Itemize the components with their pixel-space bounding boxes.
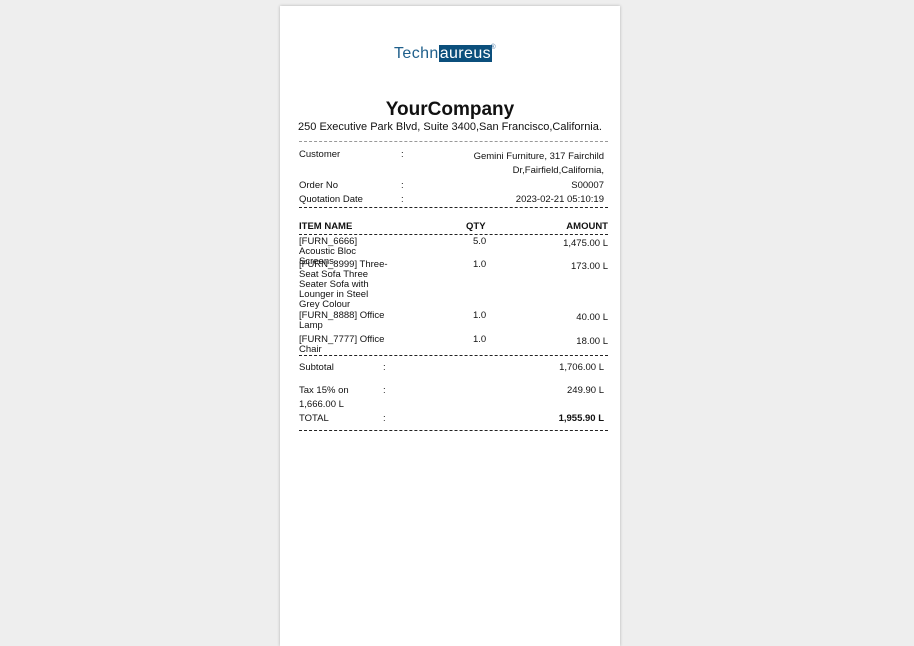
item-name: [FURN_7777] Office Chair	[299, 334, 385, 355]
order-no-separator: :	[401, 180, 404, 191]
item-name: [FURN_8999] Three-Seat Sofa Three Seater…	[299, 259, 388, 310]
column-header-qty: QTY	[466, 221, 486, 232]
tax-value: 249.90 L	[567, 385, 604, 396]
divider	[299, 207, 608, 208]
item-qty: 5.0	[473, 236, 487, 247]
item-qty: 1.0	[473, 259, 487, 270]
order-no-value: S00007	[571, 180, 604, 191]
total-separator: :	[383, 413, 386, 424]
logo-text-part2: aureus	[438, 45, 493, 62]
column-header-amount: AMOUNT	[566, 221, 608, 232]
company-name: YourCompany	[385, 99, 515, 120]
item-amount: 173.00 L	[571, 261, 608, 272]
item-qty: 1.0	[473, 310, 487, 321]
total-label: TOTAL	[299, 413, 329, 424]
item-amount: 18.00 L	[576, 336, 608, 347]
divider	[299, 141, 608, 142]
subtotal-label: Subtotal	[299, 362, 334, 373]
divider	[299, 355, 608, 356]
item-name: [FURN_8888] Office Lamp	[299, 310, 385, 331]
customer-separator: :	[401, 149, 404, 160]
quotation-date-separator: :	[401, 194, 404, 205]
company-address: 250 Executive Park Blvd, Suite 3400,San …	[298, 121, 602, 133]
subtotal-separator: :	[383, 362, 386, 373]
quotation-date-value: 2023-02-21 05:10:19	[515, 194, 604, 205]
item-amount: 40.00 L	[576, 312, 608, 323]
receipt-paper: Technaureus ® YourCompany 250 Executive …	[280, 6, 620, 646]
logo-text-part1: Techn	[394, 45, 439, 62]
tax-label: Tax 15% on	[299, 385, 349, 396]
tax-separator: :	[383, 385, 386, 396]
quotation-date-label: Quotation Date	[299, 194, 363, 205]
customer-address-line2: Dr,Fairfield,California,	[512, 165, 604, 176]
company-logo: Technaureus ®	[394, 44, 496, 64]
column-header-item: ITEM NAME	[299, 221, 353, 232]
registered-mark: ®	[490, 44, 497, 51]
item-qty: 1.0	[473, 334, 487, 345]
customer-address-line1: Gemini Furniture, 317 Fairchild	[473, 151, 604, 162]
tax-base: 1,666.00 L	[299, 399, 344, 410]
item-amount: 1,475.00 L	[563, 238, 608, 249]
subtotal-value: 1,706.00 L	[559, 362, 604, 373]
order-no-label: Order No	[299, 180, 339, 191]
total-value: 1,955.90 L	[558, 413, 604, 424]
divider	[299, 430, 608, 431]
customer-label: Customer	[299, 149, 341, 160]
divider	[299, 234, 608, 235]
